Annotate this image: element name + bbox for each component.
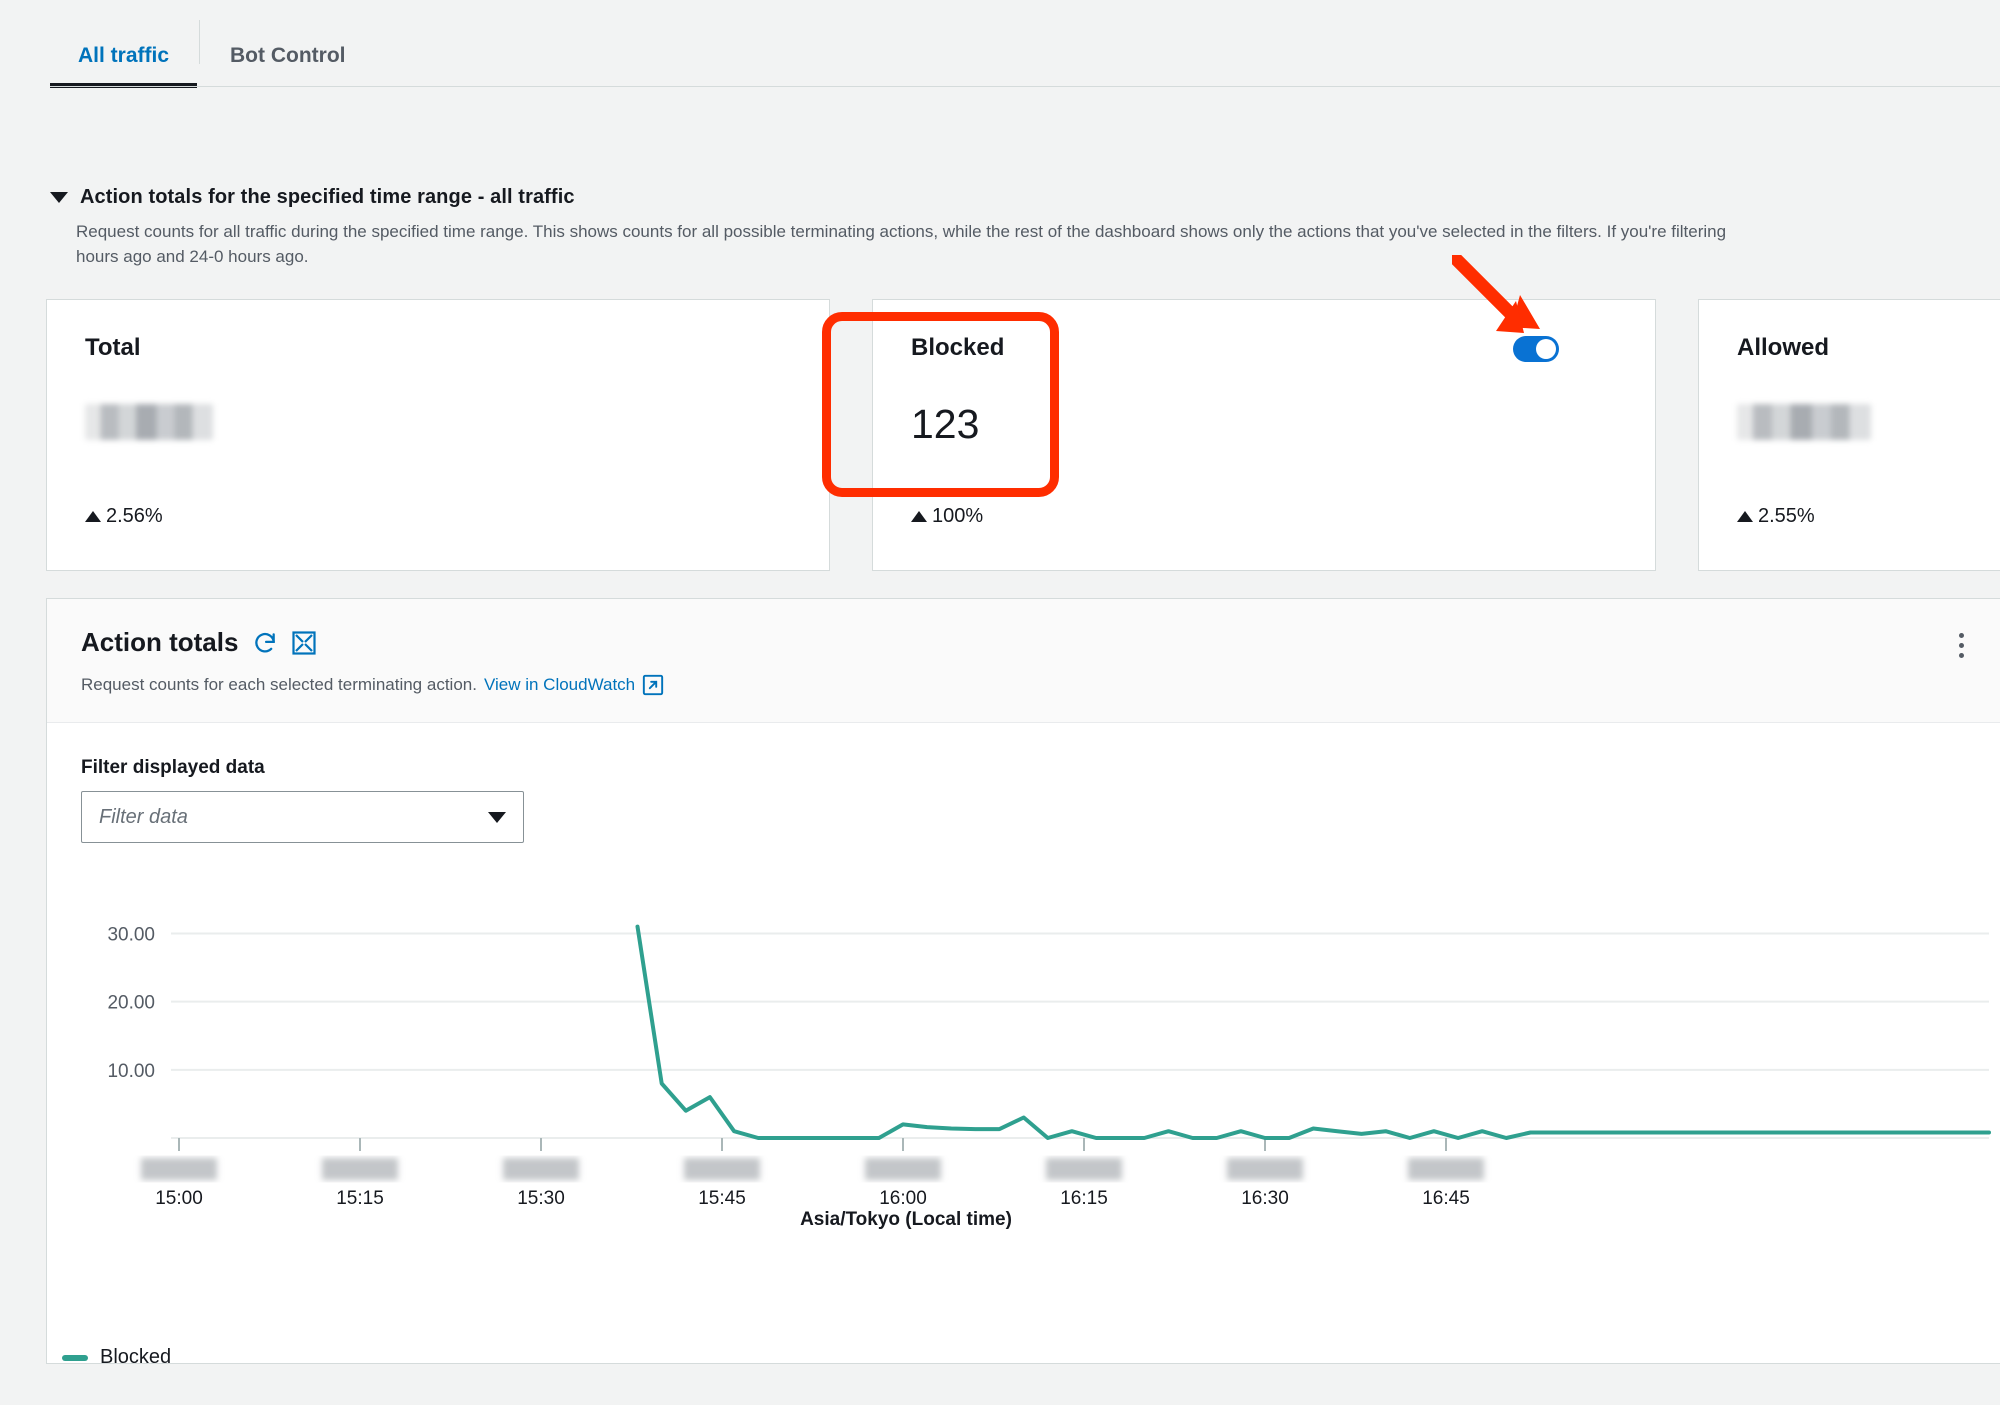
triangle-up-icon [85,511,101,522]
chart-x-axis-title: Asia/Tokyo (Local time) [800,1209,1012,1230]
metric-card-blocked: Blocked 123 100% [872,299,1656,571]
panel-title-row: Action totals [81,627,1966,658]
svg-text:15:00: 15:00 [155,1188,203,1209]
redacted-value [1737,404,1871,440]
metric-card-total-delta-label: 2.56% [106,505,163,527]
kebab-dot [1959,633,1964,638]
tab-underline [50,86,2000,87]
external-link-icon[interactable] [642,674,664,696]
legend-label-blocked[interactable]: Blocked [100,1346,171,1369]
kebab-dot [1959,653,1964,658]
action-totals-chart: 10.00 20.00 30.00 15:00 15:15 15:30 15:45 16:0… [61,903,1991,1333]
chart-svg: 10.00 20.00 30.00 15:00 15:15 15:30 15:45 16:0… [107,924,1991,1230]
legend-swatch-blocked [62,1354,88,1361]
metric-card-total-title: Total [85,334,141,361]
triangle-up-icon [1737,511,1753,522]
metric-card-blocked-delta: 100% [911,505,983,528]
chart-legend: Blocked [62,1346,171,1369]
chart-line-blocked [635,924,1991,1140]
kebab-dot [1959,643,1964,648]
metric-card-blocked-value: 123 [911,401,980,447]
metric-card-blocked-title: Blocked [911,334,1005,361]
metric-card-allowed-delta-label: 2.55% [1758,505,1815,527]
refresh-icon[interactable] [252,630,278,656]
chart-gridlines [171,932,1989,1139]
panel-subtitle: Request counts for each selected termina… [81,674,1966,696]
triangle-up-icon [911,511,927,522]
metric-card-total: Total 2.56% [46,299,830,571]
tab-separator [199,20,201,64]
panel-header: Action totals Request counts for each se… [47,599,2000,723]
tab-bot-control-label: Bot Control [230,44,346,67]
filter-data-select-value: Filter data [99,805,188,828]
metric-card-total-delta: 2.56% [85,505,163,528]
metric-card-allowed: Allowed 2.55% [1698,299,2000,571]
section-title-row: Action totals for the specified time ran… [50,186,2000,209]
redacted-value [85,404,213,440]
toggle-knob [1536,339,1556,359]
chevron-down-icon [488,811,506,823]
tab-all-traffic-label: All traffic [78,44,170,67]
metric-card-allowed-delta: 2.55% [1737,505,1815,528]
panel-body: Filter displayed data Filter data 10.00 2… [47,723,2000,1363]
svg-text:15:45: 15:45 [698,1188,746,1209]
metric-card-blocked-delta-label: 100% [932,505,984,527]
filter-data-select[interactable]: Filter data [81,791,524,843]
chart-y-axis-labels: 10.00 20.00 30.00 [107,924,155,1081]
metric-card-allowed-value [1737,404,2000,447]
metric-card-allowed-title: Allowed [1737,334,1830,361]
action-totals-section: Action totals for the specified time ran… [50,186,2000,269]
svg-text:15:15: 15:15 [336,1188,384,1209]
chevron-down-icon[interactable] [50,192,68,203]
svg-text:16:15: 16:15 [1060,1188,1108,1209]
metric-card-toggle[interactable] [1513,336,1559,362]
panel-subtitle-text: Request counts for each selected termina… [81,675,477,694]
panel-title: Action totals [81,627,239,657]
svg-text:10.00: 10.00 [107,1061,155,1082]
section-description: Request counts for all traffic during th… [76,222,1727,266]
filter-field-label: Filter displayed data [81,757,265,778]
section-title: Action totals for the specified time ran… [80,186,575,208]
svg-text:16:30: 16:30 [1241,1188,1289,1209]
tab-bar: All traffic Bot Control [0,0,2000,90]
chart-x-axis-labels: 15:00 15:15 15:30 15:45 16:00 16:15 16:30 16:45 [141,1138,1484,1209]
svg-text:16:00: 16:00 [879,1188,927,1209]
metric-card-total-value [85,404,791,447]
svg-text:15:30: 15:30 [517,1188,565,1209]
expand-icon[interactable] [292,630,317,655]
view-in-cloudwatch-link[interactable]: View in CloudWatch [484,675,635,695]
tab-all-traffic[interactable]: All traffic [50,44,198,88]
svg-text:16:45: 16:45 [1422,1188,1470,1209]
action-totals-panel: Action totals Request counts for each se… [46,598,2000,1364]
metric-card-list: Total 2.56% Blocked 123 100% Allowed 2.5… [46,299,2000,571]
tab-bot-control[interactable]: Bot Control [202,45,373,88]
svg-text:20.00: 20.00 [107,993,155,1014]
more-options-icon[interactable] [1959,633,1964,658]
tab-list: All traffic Bot Control [0,0,2000,88]
svg-text:30.00: 30.00 [107,924,155,945]
